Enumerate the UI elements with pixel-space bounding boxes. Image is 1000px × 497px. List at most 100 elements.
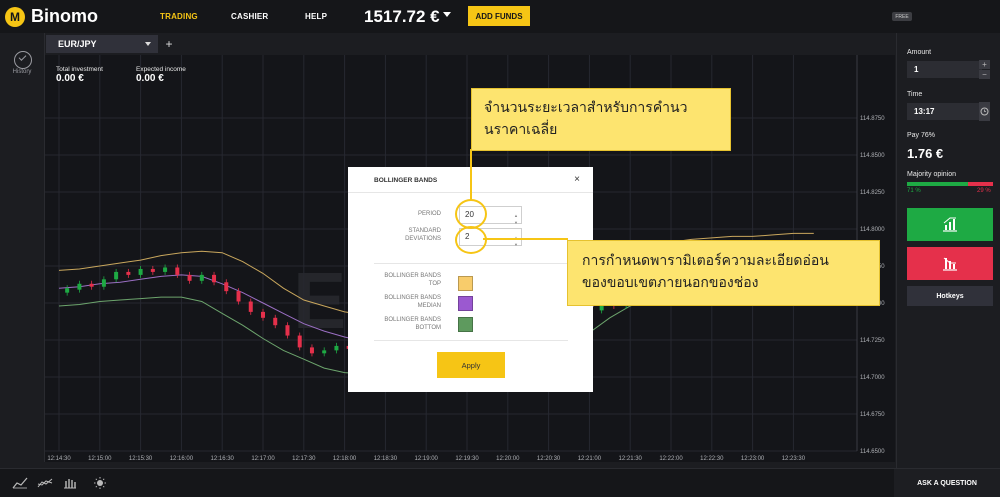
candle-body (126, 271, 131, 275)
clock-icon[interactable] (979, 102, 990, 121)
amount-input[interactable]: 1 (907, 61, 982, 78)
std-label-line2: DEVIATIONS (405, 236, 441, 242)
bottom-band-label-line1: BOLLINGER BANDS (384, 317, 441, 323)
indicators-icon[interactable] (37, 477, 53, 489)
candle-body (114, 271, 119, 280)
bottom-band-label-line2: BOTTOM (415, 325, 441, 331)
candle-body (138, 268, 143, 275)
add-funds-button[interactable]: ADD FUNDS (468, 6, 530, 26)
asset-dropdown-icon[interactable] (145, 42, 151, 46)
amount-label: Amount (907, 49, 932, 56)
trend-up-icon (943, 217, 957, 232)
candle-body (65, 288, 70, 293)
x-tick-label: 12:23:00 (741, 456, 765, 462)
pay-value: 1.76 € (907, 146, 944, 161)
pay-label: Pay 76% (907, 132, 936, 139)
candle-body (273, 317, 278, 326)
candle-body (261, 311, 265, 318)
candle-body (248, 301, 253, 312)
trend-down-icon (943, 257, 957, 271)
asset-tab[interactable]: EUR/JPY (46, 35, 158, 53)
total-investment-value: 0.00 € (56, 73, 84, 84)
x-tick-label: 12:17:30 (292, 456, 316, 462)
call-up-button[interactable] (907, 208, 993, 241)
drawing-tools-icon[interactable] (62, 477, 78, 489)
y-tick-label: 114.8500 (860, 153, 885, 159)
y-tick-label: 114.8000 (860, 227, 885, 233)
median-band-color-swatch[interactable] (458, 296, 473, 311)
candle-body (199, 274, 204, 281)
x-tick-label: 12:17:00 (251, 456, 275, 462)
history-label[interactable]: History (0, 69, 44, 75)
y-tick-label: 114.8250 (860, 190, 885, 196)
period-callout-line2: นราคาเฉลี่ย (484, 121, 558, 137)
amount-minus-button[interactable]: − (979, 70, 990, 79)
majority-down-percent: 29 % (977, 188, 991, 194)
theme-brightness-icon[interactable] (92, 477, 108, 489)
put-down-button[interactable] (907, 247, 993, 280)
period-callout-line1: จำนวนระยะเวลาสำหรับการคำนว (484, 99, 688, 115)
close-icon[interactable]: × (574, 174, 580, 185)
trade-panel: Amount 1 + − Time 13:17 Pay 76% 1.76 € M… (896, 33, 1000, 468)
median-band-label-line2: MEDIAN (417, 303, 441, 309)
balance[interactable]: 1517.72 € (364, 7, 440, 27)
x-tick-label: 12:14:30 (47, 456, 71, 462)
std-highlight-ring (455, 226, 487, 254)
candle-body (322, 350, 327, 354)
std-callout-line2: ของขอบเขตภายนอกของช่อง (582, 274, 759, 290)
candle-body (150, 268, 155, 272)
amount-plus-button[interactable]: + (979, 60, 990, 69)
logo-mark-icon: M (5, 6, 25, 27)
candle-body (187, 274, 192, 281)
ask-question-button[interactable]: ASK A QUESTION (894, 469, 1000, 497)
history-icon[interactable] (14, 51, 32, 69)
balance-caret-icon[interactable] (443, 12, 451, 17)
x-tick-label: 12:22:00 (659, 456, 683, 462)
hotkeys-button[interactable]: Hotkeys (907, 286, 993, 306)
chart-type-icon[interactable] (12, 477, 28, 489)
time-input[interactable]: 13:17 (907, 103, 982, 120)
std-label-line1: STANDARD (408, 228, 441, 234)
apply-button[interactable]: Apply (437, 352, 505, 378)
dialog-separator (374, 263, 568, 264)
candle-body (89, 283, 94, 287)
bottom-toolbar: ASK A QUESTION (0, 468, 1000, 497)
bottom-band-color-swatch[interactable] (458, 317, 473, 332)
candle-body (297, 335, 302, 348)
majority-up-percent: 71 % (907, 188, 921, 194)
x-tick-label: 12:16:30 (211, 456, 235, 462)
top-band-label-line2: TOP (428, 281, 441, 287)
nav-help[interactable]: HELP (305, 12, 327, 21)
candle-body (175, 267, 180, 275)
top-band-color-swatch[interactable] (458, 276, 473, 291)
candle-body (77, 283, 82, 290)
x-tick-label: 12:15:00 (88, 456, 112, 462)
x-tick-label: 12:18:30 (374, 456, 398, 462)
period-label: PERIOD (417, 211, 441, 217)
x-tick-label: 12:21:00 (578, 456, 602, 462)
majority-up-fill (907, 182, 969, 186)
period-highlight-ring (455, 199, 487, 229)
period-callout: จำนวนระยะเวลาสำหรับการคำนว นราคาเฉลี่ย (471, 88, 731, 151)
add-asset-button[interactable]: + (162, 36, 176, 52)
x-tick-label: 12:18:00 (333, 456, 357, 462)
logo[interactable]: M Binomo (5, 6, 98, 27)
std-callout-leader (483, 238, 568, 240)
majority-opinion-bar (907, 182, 993, 186)
asset-name: EUR/JPY (58, 39, 97, 49)
x-tick-label: 12:23:30 (782, 456, 806, 462)
nav-trading[interactable]: TRADING (160, 12, 198, 21)
nav-cashier[interactable]: CASHIER (231, 12, 268, 21)
expected-income-value: 0.00 € (136, 73, 164, 84)
candle-body (163, 267, 168, 272)
candle-body (101, 279, 106, 287)
majority-opinion-label: Majority opinion (907, 171, 957, 178)
candle-body (309, 347, 314, 354)
total-investment-label: Total investment (56, 66, 103, 73)
std-callout: การกำหนดพารามิเตอร์ความละเอียดอ่อน ของขอ… (567, 240, 880, 306)
x-tick-label: 12:20:00 (496, 456, 520, 462)
candle-body (212, 274, 217, 283)
x-tick-label: 12:22:30 (700, 456, 724, 462)
x-tick-label: 12:20:30 (537, 456, 561, 462)
logo-text: Binomo (31, 6, 98, 26)
